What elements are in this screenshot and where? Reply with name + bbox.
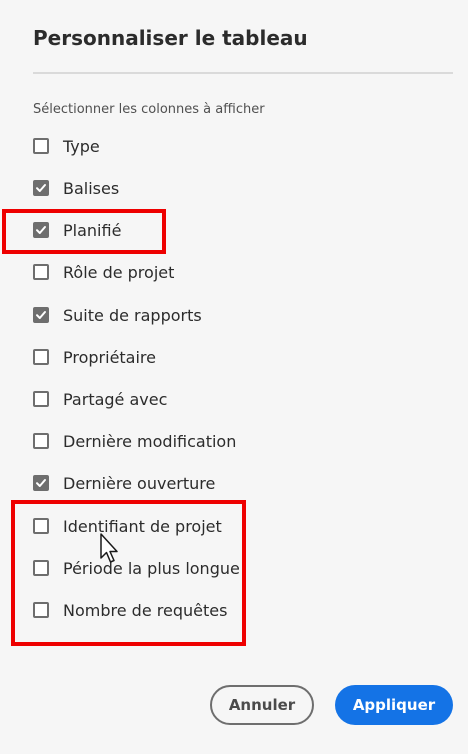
checkbox-box[interactable] — [33, 602, 49, 618]
column-checkbox-nombre-de-requetes[interactable]: Nombre de requêtes — [33, 598, 227, 622]
columns-instruction: Sélectionner les colonnes à afficher — [33, 102, 265, 117]
checkbox-box[interactable] — [33, 307, 49, 323]
checkbox-label: Planifié — [63, 220, 122, 240]
checkbox-box[interactable] — [33, 349, 49, 365]
column-checkbox-balises[interactable]: Balises — [33, 176, 119, 200]
checkbox-label: Rôle de projet — [63, 262, 175, 282]
checkmark-icon — [36, 311, 46, 319]
checkbox-box[interactable] — [33, 475, 49, 491]
checkmark-icon — [36, 479, 46, 487]
checkbox-box[interactable] — [33, 560, 49, 576]
column-checkbox-proprietaire[interactable]: Propriétaire — [33, 345, 156, 369]
column-checkbox-role-de-projet[interactable]: Rôle de projet — [33, 260, 174, 284]
checkbox-label: Période la plus longue — [63, 558, 240, 578]
apply-button[interactable]: Appliquer — [335, 685, 453, 725]
column-checkbox-suite-de-rapports[interactable]: Suite de rapports — [33, 303, 202, 327]
column-checkbox-planifie[interactable]: Planifié — [33, 218, 121, 242]
customize-table-dialog: Personnaliser le tableau Sélectionner le… — [0, 0, 468, 754]
dialog-title: Personnaliser le tableau — [33, 26, 308, 50]
checkbox-label: Nombre de requêtes — [63, 600, 228, 620]
column-checkbox-derniere-modification[interactable]: Dernière modification — [33, 429, 236, 453]
title-divider — [33, 72, 453, 74]
checkbox-label: Type — [63, 136, 100, 156]
checkbox-label: Partagé avec — [63, 389, 168, 409]
checkbox-label: Suite de rapports — [63, 305, 202, 325]
checkbox-label: Identifiant de projet — [63, 516, 222, 536]
checkmark-icon — [36, 184, 46, 192]
checkbox-label: Propriétaire — [63, 347, 156, 367]
checkbox-label: Balises — [63, 178, 120, 198]
cancel-button[interactable]: Annuler — [210, 685, 314, 725]
column-checkbox-periode-la-plus-longue[interactable]: Période la plus longue — [33, 556, 240, 580]
checkbox-box[interactable] — [33, 222, 49, 238]
checkbox-box[interactable] — [33, 391, 49, 407]
checkbox-label: Dernière ouverture — [63, 473, 216, 493]
column-checkbox-identifiant-de-projet[interactable]: Identifiant de projet — [33, 514, 222, 538]
column-checkbox-type[interactable]: Type — [33, 134, 100, 158]
checkbox-box[interactable] — [33, 138, 49, 154]
mouse-pointer-icon — [100, 533, 118, 563]
column-checkbox-derniere-ouverture[interactable]: Dernière ouverture — [33, 471, 215, 495]
checkmark-icon — [36, 226, 46, 234]
checkbox-label: Dernière modification — [63, 431, 237, 451]
checkbox-box[interactable] — [33, 433, 49, 449]
checkbox-box[interactable] — [33, 180, 49, 196]
checkbox-box[interactable] — [33, 264, 49, 280]
column-checkbox-partage-avec[interactable]: Partagé avec — [33, 387, 167, 411]
checkbox-box[interactable] — [33, 518, 49, 534]
